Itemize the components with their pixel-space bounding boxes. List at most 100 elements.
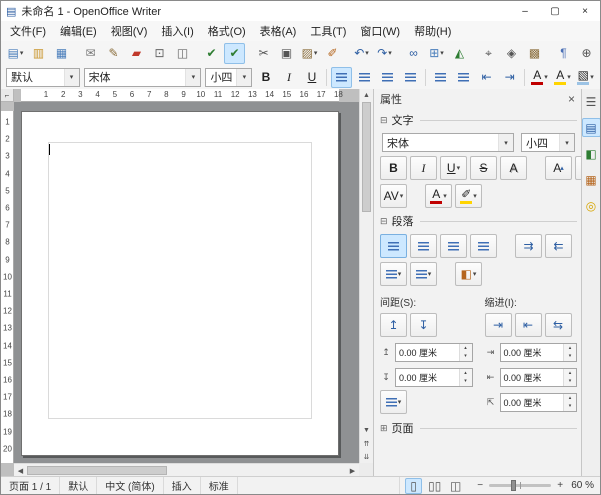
chevron-down-icon[interactable]: ▾ [398, 398, 402, 406]
redo-button[interactable]: ↷▾ [374, 43, 395, 64]
sb-decrease-spacing-button[interactable]: ↧ [410, 313, 437, 337]
chevron-down-icon[interactable]: ▾ [473, 270, 477, 278]
chevron-down-icon[interactable]: ▾ [398, 270, 402, 278]
bullet-list-button[interactable] [453, 67, 474, 88]
sb-font-color-button[interactable]: A▾ [425, 184, 452, 208]
open-button[interactable]: ▥ [28, 43, 49, 64]
align-right-button[interactable] [377, 67, 398, 88]
indent-before-text-field[interactable]: 0.00 厘米▴▾ [500, 343, 578, 362]
sb-underline-button[interactable]: U▾ [440, 156, 467, 180]
menu-insert[interactable]: 插入(I) [154, 21, 200, 41]
language-status[interactable]: 中文 (简体) [97, 477, 163, 494]
page-section-header[interactable]: ⊞ 页面 [380, 419, 577, 437]
first-line-indent-field[interactable]: 0.00 厘米▴▾ [500, 393, 578, 412]
styles-tab[interactable]: ◧ [582, 144, 601, 163]
spin-down-icon[interactable]: ▾ [460, 352, 472, 361]
chevron-down-icon[interactable]: ▾ [544, 73, 548, 81]
font-name-combo[interactable]: 宋体▾ [84, 68, 202, 87]
chevron-down-icon[interactable]: ▾ [590, 73, 594, 81]
document-page[interactable] [21, 111, 339, 456]
horizontal-scroll-thumb[interactable] [27, 466, 167, 475]
edit-file-button[interactable]: ✎ [103, 43, 124, 64]
draw-functions-button[interactable]: ◭ [449, 43, 470, 64]
page-style-status[interactable]: 默认 [60, 477, 97, 494]
chevron-down-icon[interactable]: ▾ [559, 134, 574, 151]
undo-button[interactable]: ↶▾ [351, 43, 372, 64]
spin-up-icon[interactable]: ▴ [460, 344, 472, 353]
table-button[interactable]: ⊞▾ [426, 43, 447, 64]
find-replace-button[interactable]: ⌖ [478, 43, 499, 64]
multi-page-view-button[interactable]: ▯▯ [426, 478, 443, 494]
collapse-icon[interactable]: ⊟ [380, 115, 388, 126]
chevron-down-icon[interactable]: ▾ [236, 69, 251, 86]
decrease-indent-button[interactable]: ⇤ [476, 67, 497, 88]
sb-hanging-indent-button[interactable]: ⇆ [545, 313, 572, 337]
horizontal-scrollbar[interactable]: ◀ ▶ [14, 463, 359, 477]
sb-align-center-button[interactable] [410, 234, 437, 258]
spin-up-icon[interactable]: ▴ [564, 394, 576, 403]
minimize-button[interactable]: – [510, 1, 540, 21]
scroll-up-button[interactable]: ▲ [360, 89, 373, 102]
sb-increase-spacing-button[interactable]: ↥ [380, 313, 407, 337]
chevron-down-icon[interactable]: ▾ [314, 49, 318, 57]
spelling-button[interactable]: ✔ [201, 43, 222, 64]
save-button[interactable]: ▦ [51, 43, 72, 64]
menu-help[interactable]: 帮助(H) [407, 21, 458, 41]
sb-highlighting-button[interactable]: ✐▾ [455, 184, 482, 208]
maximize-button[interactable]: ▢ [540, 1, 570, 21]
chevron-down-icon[interactable]: ▾ [20, 49, 24, 57]
menu-file[interactable]: 文件(F) [3, 21, 53, 41]
scroll-down-button[interactable]: ▼ [360, 424, 373, 437]
menu-view[interactable]: 视图(V) [104, 21, 155, 41]
bold-button[interactable]: B [255, 67, 276, 88]
italic-button[interactable]: I [278, 67, 299, 88]
zoom-level[interactable]: 60 % [571, 480, 600, 491]
chevron-down-icon[interactable]: ▾ [440, 49, 444, 57]
sb-paragraph-background-button[interactable]: ◧▾ [455, 262, 482, 286]
zoom-slider-thumb[interactable] [511, 480, 516, 491]
sb-writing-ltr-button[interactable]: ⇉ [515, 234, 542, 258]
previous-page-button[interactable]: ⇈ [360, 437, 373, 450]
zoom-slider[interactable] [489, 484, 551, 487]
chevron-down-icon[interactable]: ▾ [473, 192, 477, 200]
character-section-header[interactable]: ⊟ 文字 [380, 111, 577, 129]
chevron-down-icon[interactable]: ▾ [428, 270, 432, 278]
sb-italic-button[interactable]: I [410, 156, 437, 180]
copy-button[interactable]: ▣ [276, 43, 297, 64]
sb-font-name-combo[interactable]: 宋体 ▾ [382, 133, 514, 152]
document-canvas[interactable] [14, 102, 359, 463]
clone-formatting-button[interactable]: ✐ [322, 43, 343, 64]
chevron-down-icon[interactable]: ▾ [443, 192, 447, 200]
menu-table[interactable]: 表格(A) [253, 21, 304, 41]
sb-bold-button[interactable]: B [380, 156, 407, 180]
chevron-down-icon[interactable]: ▾ [185, 69, 200, 86]
sidebar-settings-button[interactable]: ☰ [582, 92, 601, 111]
sb-decrease-indent-button[interactable]: ⇤ [515, 313, 542, 337]
underline-button[interactable]: U [301, 67, 322, 88]
selection-mode-status[interactable]: 标准 [201, 477, 238, 494]
align-center-button[interactable] [354, 67, 375, 88]
font-color-button[interactable]: A▾ [529, 67, 550, 88]
indent-after-text-field[interactable]: 0.00 厘米▴▾ [500, 368, 578, 387]
increase-indent-button[interactable]: ⇥ [499, 67, 520, 88]
background-color-button[interactable]: ▧▾ [575, 67, 596, 88]
tab-stop-selector[interactable]: ⌐ [1, 89, 14, 102]
book-view-button[interactable]: ◫ [447, 478, 464, 494]
align-justify-button[interactable] [400, 67, 421, 88]
cut-button[interactable]: ✂ [253, 43, 274, 64]
email-button[interactable]: ✉ [80, 43, 101, 64]
sb-align-justify-button[interactable] [470, 234, 497, 258]
formatting-marks-button[interactable]: ¶ [553, 43, 574, 64]
auto-spellcheck-button[interactable]: ✔ [224, 43, 245, 64]
vertical-ruler[interactable]: 1234567891011121314151617181920 [1, 102, 14, 463]
highlighting-button[interactable]: A▾ [552, 67, 573, 88]
chevron-down-icon[interactable]: ▾ [457, 164, 461, 172]
menu-edit[interactable]: 编辑(E) [53, 21, 104, 41]
sb-strikethrough-button[interactable]: S [470, 156, 497, 180]
new-document-button[interactable]: ▤▾ [5, 43, 26, 64]
vertical-scrollbar[interactable]: ▲ ▼ ⇈ ⇊ [359, 89, 373, 463]
expand-icon[interactable]: ⊞ [380, 423, 388, 434]
align-left-button[interactable] [331, 67, 352, 88]
close-button[interactable]: × [570, 1, 600, 21]
sidebar-close-button[interactable]: × [566, 92, 577, 106]
